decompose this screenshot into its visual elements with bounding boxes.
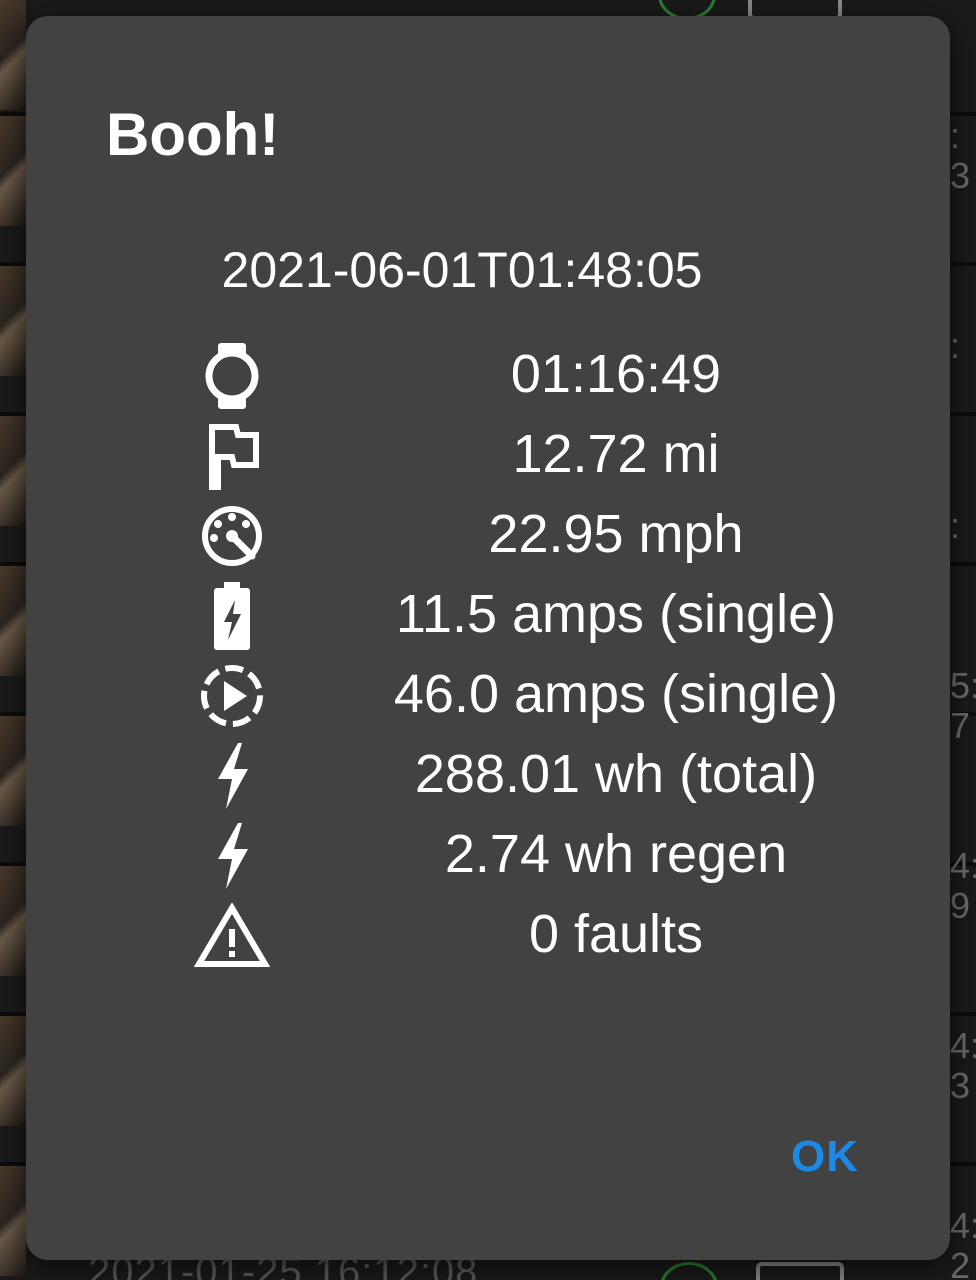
list-item-time: 4: 3 (950, 1025, 976, 1106)
list-item-thumbnail (0, 866, 26, 976)
list-item-time: : 3 (950, 115, 971, 196)
ride-summary-dialog: Booh! 2021-06-01T01:48:05 01:16:49 12.72… (26, 16, 950, 1260)
warning-triangle-icon (194, 898, 270, 974)
list-item-time: 4: 9 (950, 845, 976, 926)
stat-row-duration: 01:16:49 (26, 334, 950, 414)
stat-value-speed: 22.95 mph (488, 504, 744, 564)
list-item-thumbnail (0, 1016, 26, 1126)
stat-value-energy: 288.01 wh (total) (414, 744, 818, 804)
chat-icon (756, 1262, 844, 1280)
check-circle-icon (660, 1262, 718, 1280)
list-item-thumbnail (0, 416, 26, 526)
list-item-thumbnail (0, 266, 26, 376)
flag-icon (194, 418, 270, 494)
stat-row-battery-amps: 11.5 amps (single) (26, 574, 950, 654)
dialog-title: Booh! (106, 101, 280, 168)
speedometer-icon (194, 498, 270, 574)
list-item-time: : (950, 325, 961, 366)
stat-value-battery-amps: 11.5 amps (single) (395, 584, 837, 644)
stat-row-faults: 0 faults (26, 894, 950, 974)
stat-row-distance: 12.72 mi (26, 414, 950, 494)
list-item-time: 4: 2 (950, 1205, 976, 1280)
stat-row-energy: 288.01 wh (total) (26, 734, 950, 814)
timestamp-text: 2021-06-01T01:48:05 (221, 242, 703, 298)
lightning-bolt-icon (194, 818, 270, 894)
list-item-thumbnail (0, 116, 26, 226)
list-item-time: 5: 7 (950, 665, 976, 746)
ride-timestamp: 2021-06-01T01:48:05 (26, 240, 950, 300)
stat-value-phase-amps: 46.0 amps (single) (393, 664, 839, 724)
list-item-time: : (950, 505, 961, 546)
stat-row-regen: 2.74 wh regen (26, 814, 950, 894)
lightning-bolt-icon (194, 738, 270, 814)
stat-value-regen: 2.74 wh regen (444, 824, 788, 884)
stat-row-speed: 22.95 mph (26, 494, 950, 574)
play-circle-dashed-icon (194, 658, 270, 734)
list-item-thumbnail (0, 0, 26, 110)
ok-button[interactable]: OK (770, 1122, 880, 1192)
stat-value-duration: 01:16:49 (510, 344, 722, 404)
stat-value-distance: 12.72 mi (512, 424, 720, 484)
list-item-thumbnail (0, 716, 26, 826)
list-item-thumbnail (0, 566, 26, 676)
stat-row-phase-amps: 46.0 amps (single) (26, 654, 950, 734)
stat-value-faults: 0 faults (528, 904, 704, 964)
battery-charging-icon (194, 578, 270, 654)
list-item-thumbnail (0, 1166, 26, 1276)
watch-icon (194, 338, 270, 414)
